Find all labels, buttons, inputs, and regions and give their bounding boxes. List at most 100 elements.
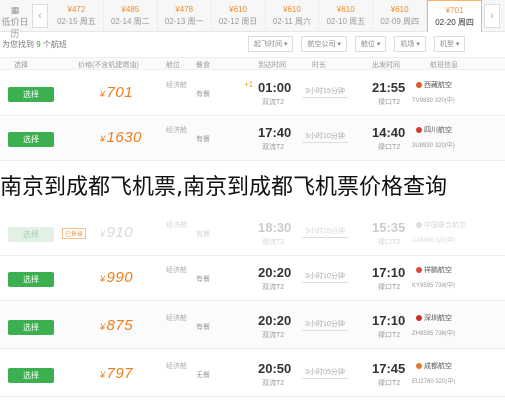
yen-symbol: ¥ — [100, 89, 106, 99]
flight-number[interactable]: ZH9595 738(中) — [412, 328, 455, 337]
departure-terminal: 禄口T2 — [378, 239, 401, 246]
select-button[interactable]: 选择 — [8, 368, 54, 383]
filter-bar: 为您找到 9 个航班 起飞时间 ▾ 航空公司 ▾ 舱位 ▾ 机场 ▾ 机型 ▾ — [0, 34, 505, 54]
flight-price: ¥1630 — [100, 129, 170, 146]
date-tab-price: ¥478 — [175, 5, 194, 14]
date-tab-day: 02-12 周日 — [218, 17, 258, 26]
date-tab[interactable]: ¥472 02-15 周五 — [50, 0, 104, 32]
date-tab-selected[interactable]: ¥701 02-20 周四 — [427, 0, 482, 32]
departure-time: 14:40 — [372, 125, 406, 140]
airline-logo-icon — [416, 315, 422, 321]
departure-terminal: 禄口T2 — [378, 144, 401, 151]
date-tab-day: 02-11 周六 — [272, 17, 311, 26]
airline-logo-icon — [416, 82, 422, 88]
calendar-icon: ▦ — [10, 5, 20, 15]
yen-symbol: ¥ — [100, 370, 106, 380]
flight-price: ¥990 — [100, 269, 170, 286]
airline-logo-icon — [416, 127, 422, 133]
result-count-number: 9 — [36, 40, 41, 49]
date-tab[interactable]: ¥610 02-09 周四 — [373, 0, 428, 32]
arrival-terminal: 双流T2 — [262, 99, 285, 106]
result-count: 为您找到 9 个航班 — [2, 39, 67, 50]
header-departure[interactable]: 出发时间 — [372, 60, 400, 70]
flight-row: 选择 ¥701 经济舱 有餐 +1 01:00 双流T2 3小时15分钟 21:… — [0, 72, 505, 116]
flight-row: 选择 ¥797 经济舱 无餐 20:50 双流T2 3小时05分钟 17:45 … — [0, 353, 505, 397]
meal-info: 有餐 — [196, 91, 210, 98]
select-button[interactable]: 选择 — [8, 272, 54, 287]
filter-chips: 起飞时间 ▾ 航空公司 ▾ 舱位 ▾ 机场 ▾ 机型 ▾ — [248, 36, 466, 52]
soldout-badge: 已售罄 — [62, 228, 87, 239]
filter-airport[interactable]: 机场 ▾ — [394, 36, 426, 52]
header-arrival[interactable]: 到达时间 — [258, 60, 286, 70]
result-count-prefix: 为您找到 — [2, 40, 34, 49]
flight-number[interactable]: EU2760 320(中) — [412, 376, 455, 385]
date-tab-price: ¥701 — [445, 6, 464, 15]
airline-name: 成都航空 — [416, 361, 452, 371]
date-tab-price: ¥472 — [67, 5, 86, 14]
date-tab[interactable]: ¥610 02-11 周六 — [266, 0, 320, 32]
header-select: 选择 — [14, 62, 28, 69]
flight-price: ¥701 — [100, 84, 170, 101]
departure-terminal: 禄口T2 — [378, 99, 401, 106]
filter-departure-time[interactable]: 起飞时间 ▾ — [248, 36, 294, 52]
select-button[interactable]: 选择 — [8, 227, 54, 242]
cabin-class: 经济舱 — [166, 82, 187, 89]
flight-price-value: 797 — [106, 365, 134, 382]
flight-duration: 3小时10分钟 — [302, 319, 348, 331]
departure-terminal: 禄口T2 — [378, 332, 401, 339]
header-price[interactable]: 价格(不含机建燃油) — [78, 60, 139, 70]
date-bar: ▦ 低价日历 ‹ ¥472 02-15 周五 ¥485 02-14 周二 ¥478 0… — [0, 0, 505, 39]
arrival-terminal: 双流T2 — [262, 239, 285, 246]
flight-number[interactable]: CA5906 320(中) — [412, 235, 455, 244]
date-tab-price: ¥610 — [390, 5, 409, 14]
flight-number[interactable]: KY9595 738(中) — [412, 280, 455, 289]
flight-row: 选择 ¥875 经济舱 有餐 20:20 双流T2 3小时10分钟 17:10 … — [0, 305, 505, 349]
date-tab-day: 02-09 周四 — [380, 17, 420, 26]
date-tab[interactable]: ¥478 02-13 周一 — [158, 0, 212, 32]
airline-name: 深圳航空 — [416, 313, 452, 323]
filter-aircraft[interactable]: 机型 ▾ — [433, 36, 466, 52]
filter-cabin[interactable]: 舱位 ▾ — [354, 36, 387, 52]
flight-row-soldout: 选择 已售罄 ¥910 经济舱 有餐 18:30 双流T2 3小时15分钟 15… — [0, 212, 505, 256]
date-tab[interactable]: ¥610 02-12 周日 — [212, 0, 266, 32]
flight-duration: 3小时15分钟 — [302, 226, 348, 238]
flight-price: ¥910 — [100, 224, 170, 241]
header-duration[interactable]: 时长 — [312, 60, 326, 70]
result-count-suffix: 个航班 — [42, 40, 67, 49]
flight-number[interactable]: TV9880 320(中) — [412, 95, 455, 104]
date-tab[interactable]: ¥610 02-10 周五 — [319, 0, 374, 32]
flight-row: 选择 ¥990 经济舱 有餐 20:20 双流T2 3小时10分钟 17:10 … — [0, 257, 505, 301]
cabin-class: 经济舱 — [166, 222, 187, 229]
cabin-class: 经济舱 — [166, 315, 187, 322]
airline-name-text: 西藏航空 — [424, 82, 452, 89]
select-button[interactable]: 选择 — [8, 320, 54, 335]
flight-price: ¥875 — [100, 317, 170, 334]
prev-dates-arrow-icon[interactable]: ‹ — [32, 4, 48, 28]
meal-info: 有餐 — [196, 324, 210, 331]
airline-logo-icon — [416, 267, 422, 273]
meal-info: 有餐 — [196, 276, 210, 283]
flight-duration: 3小时05分钟 — [302, 367, 348, 379]
select-button[interactable]: 选择 — [8, 132, 54, 147]
select-button[interactable]: 选择 — [8, 87, 54, 102]
airline-name-text: 中国联合航空 — [424, 222, 466, 229]
date-tab-day: 02-14 周二 — [110, 17, 150, 26]
low-price-calendar-button[interactable]: ▦ 低价日历 — [0, 0, 30, 39]
meal-info: 无餐 — [196, 372, 210, 379]
flight-number[interactable]: 3U8930 320(中) — [412, 140, 455, 149]
arrival-time: 20:20 — [258, 265, 292, 280]
airline-name-text: 四川航空 — [424, 127, 452, 134]
arrival-terminal: 双流T2 — [262, 380, 285, 387]
next-dates-arrow-icon[interactable]: › — [484, 4, 500, 28]
cabin-class: 经济舱 — [166, 363, 187, 370]
yen-symbol: ¥ — [100, 322, 106, 332]
arrival-time: 17:40 — [258, 125, 292, 140]
arrival-time: 01:00 — [258, 80, 292, 95]
flight-price-value: 701 — [106, 84, 134, 101]
departure-time: 17:45 — [372, 361, 406, 376]
airline-logo-icon — [416, 222, 422, 228]
date-tab[interactable]: ¥485 02-14 周二 — [104, 0, 158, 32]
header-meal: 餐食 — [196, 62, 210, 69]
filter-airline[interactable]: 航空公司 ▾ — [301, 36, 347, 52]
yen-symbol: ¥ — [100, 229, 106, 239]
